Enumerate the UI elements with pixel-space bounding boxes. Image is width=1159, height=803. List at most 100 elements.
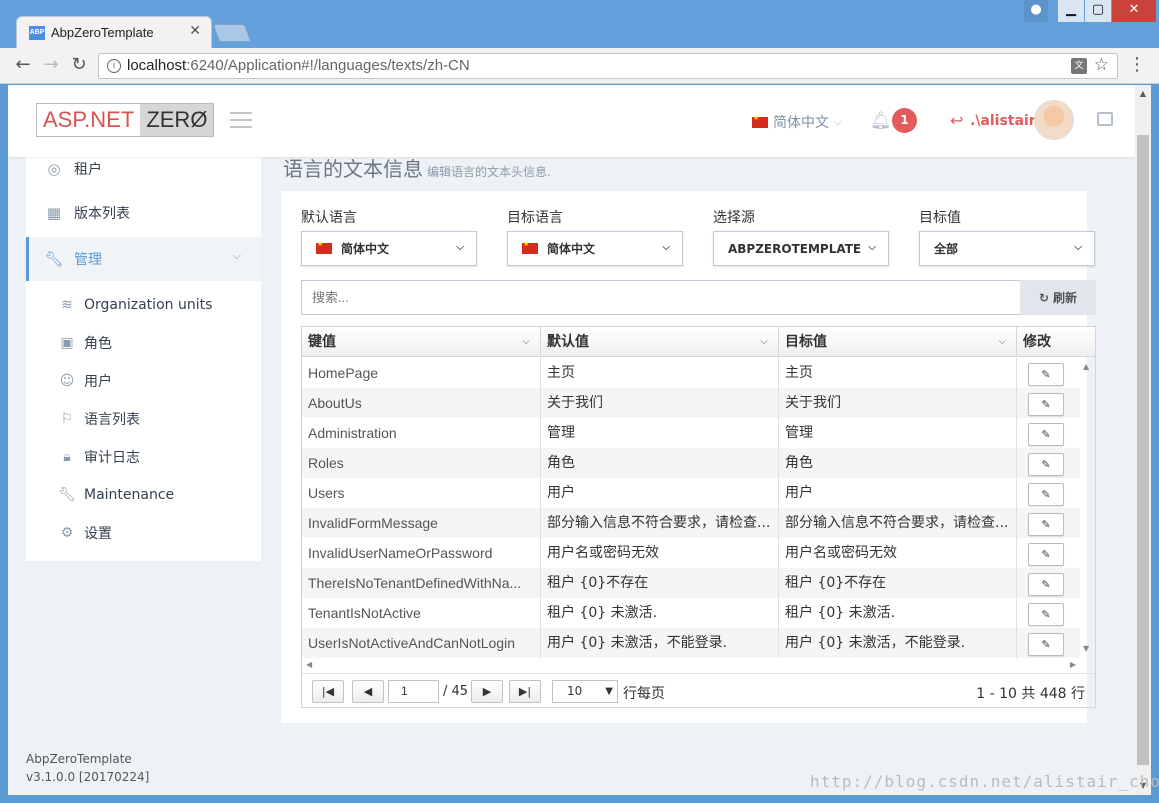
table-row[interactable]: TenantIsNotActive 租户 {0} 未激活. 租户 {0} 未激活… [302, 598, 1080, 628]
chevron-down-icon[interactable]: ⌵ [998, 327, 1006, 357]
browser-menu-icon[interactable]: ⋮ [1128, 56, 1146, 74]
column-header-label: 目标值 [785, 334, 827, 350]
grid-vertical-scrollbar[interactable]: ▲ ▼ [1080, 358, 1095, 658]
info-icon[interactable]: i [107, 59, 121, 73]
chevron-down-icon: ⌵ [834, 116, 842, 128]
scroll-right-icon[interactable]: ▶ [1070, 660, 1076, 669]
page-size-select[interactable]: 10 ▼ [552, 680, 618, 703]
default-language-select[interactable]: 简体中文 ⌵ [301, 231, 477, 266]
grid-horizontal-scrollbar[interactable]: ◀ ▶ [302, 658, 1080, 672]
default-language-value: 简体中文 [341, 242, 390, 256]
sidebar-item-settings[interactable]: ⚙ 设置 [26, 514, 261, 552]
first-page-button[interactable]: |◀ [312, 680, 344, 703]
grid-pager: |◀ ◀ 1 / 45 ▶ ▶| 10 ▼ 行每页 1 - 10 共 448 行 [302, 673, 1095, 707]
cell-default: 部分输入信息不符合要求，请检查... [541, 508, 779, 538]
forward-icon[interactable]: → [40, 54, 62, 76]
scroll-up-icon[interactable]: ▲ [1135, 87, 1151, 101]
profile-icon[interactable]: ● [1024, 0, 1048, 22]
table-row[interactable]: AboutUs 关于我们 关于我们 ✎ [302, 388, 1080, 418]
url-text[interactable]: localhost:6240/Application#!/languages/t… [127, 57, 470, 74]
reload-icon[interactable]: ↻ [68, 54, 90, 76]
maximize-button[interactable]: ▢ [1085, 0, 1111, 22]
url-host: localhost [127, 57, 187, 74]
edit-button[interactable]: ✎ [1028, 513, 1064, 536]
scroll-down-icon[interactable]: ▼ [1083, 644, 1089, 653]
favicon-icon: ABP [29, 26, 45, 40]
edit-button[interactable]: ✎ [1028, 423, 1064, 446]
back-icon[interactable]: ← [12, 54, 34, 76]
edit-button[interactable]: ✎ [1028, 573, 1064, 596]
table-row[interactable]: Users 用户 用户 ✎ [302, 478, 1080, 508]
column-header-default[interactable]: 默认值 ⌵ [541, 327, 779, 357]
target-language-label: 目标语言 [507, 210, 563, 226]
edit-button[interactable]: ✎ [1028, 393, 1064, 416]
last-page-button[interactable]: ▶| [509, 680, 541, 703]
notification-badge[interactable]: 1 [892, 108, 917, 133]
edit-button[interactable]: ✎ [1028, 543, 1064, 566]
table-row[interactable]: UserIsNotActiveAndCanNotLogin 用户 {0} 未激活… [302, 628, 1080, 658]
target-value-select[interactable]: 全部 ⌵ [919, 231, 1095, 266]
edit-button[interactable]: ✎ [1028, 633, 1064, 656]
sidebar-item-languages[interactable]: ⚐ 语言列表 [26, 400, 261, 438]
table-row[interactable]: Administration 管理 管理 ✎ [302, 418, 1080, 448]
page-scrollbar[interactable]: ▲ ▼ [1135, 85, 1151, 795]
cell-edit: ✎ [1017, 478, 1080, 508]
chevron-down-icon[interactable]: ⌵ [522, 327, 530, 357]
prev-page-button[interactable]: ◀ [352, 680, 384, 703]
chevron-down-icon[interactable]: ⌵ [760, 327, 768, 357]
browser-toolbar: ← → ↻ i localhost:6240/Application#!/lan… [0, 48, 1159, 84]
language-label: 简体中文 [773, 115, 829, 131]
new-tab-button[interactable] [212, 24, 252, 42]
china-flag-icon [316, 240, 332, 254]
table-row[interactable]: InvalidUserNameOrPassword 用户名或密码无效 用户名或密… [302, 538, 1080, 568]
translate-icon[interactable]: 文 [1071, 58, 1087, 74]
scroll-thumb[interactable] [1137, 135, 1149, 765]
bell-icon[interactable]: 🔔︎ [870, 111, 892, 131]
scroll-up-icon[interactable]: ▲ [1083, 362, 1089, 371]
edit-button[interactable]: ✎ [1028, 603, 1064, 626]
column-header-target[interactable]: 目标值 ⌵ [779, 327, 1017, 357]
address-bar[interactable]: i localhost:6240/Application#!/languages… [98, 53, 1118, 79]
chat-icon[interactable] [1097, 112, 1113, 126]
avatar[interactable] [1034, 100, 1074, 140]
tab-close-icon[interactable]: ✕ [189, 23, 201, 39]
table-row[interactable]: ThereIsNoTenantDefinedWithNa... 租户 {0}不存… [302, 568, 1080, 598]
search-input[interactable] [301, 280, 1021, 315]
source-select[interactable]: ABPZEROTEMPLATE ⌵ [713, 231, 889, 266]
app-logo[interactable]: ASP.NET ZERØ [36, 103, 215, 137]
hamburger-menu-icon[interactable] [230, 112, 252, 128]
bookmark-star-icon[interactable]: ☆ [1094, 55, 1109, 75]
username[interactable]: .\alistair [970, 113, 1036, 129]
target-language-select[interactable]: 简体中文 ⌵ [507, 231, 683, 266]
page-number-input[interactable]: 1 [388, 680, 439, 703]
sidebar-item-users[interactable]: ☺ 用户 [26, 362, 261, 400]
close-window-button[interactable]: ✕ [1112, 0, 1156, 22]
browser-tab[interactable]: ABP AbpZeroTemplate ✕ [16, 16, 212, 48]
china-flag-icon [522, 240, 538, 254]
sidebar-item-roles[interactable]: ▣ 角色 [26, 324, 261, 362]
window-frame-bottom [0, 795, 1159, 803]
cell-key: InvalidUserNameOrPassword [302, 538, 541, 568]
chevron-down-icon: ⌵ [1074, 242, 1082, 253]
next-page-button[interactable]: ▶ [471, 680, 503, 703]
edit-button[interactable]: ✎ [1028, 453, 1064, 476]
language-switch[interactable]: 简体中文 ⌵ [752, 112, 842, 132]
edit-button[interactable]: ✎ [1028, 483, 1064, 506]
refresh-button[interactable]: ↻ 刷新 [1020, 280, 1096, 315]
sidebar-item-administration[interactable]: 🔧︎ 管理 ⌵ [26, 237, 261, 281]
table-row[interactable]: Roles 角色 角色 ✎ [302, 448, 1080, 478]
cell-target: 用户名或密码无效 [779, 538, 1017, 568]
sidebar-item-audit-logs[interactable]: 🔒︎ 审计日志 [26, 438, 261, 476]
sidebar-item-label: Organization units [84, 297, 213, 313]
table-row[interactable]: HomePage 主页 主页 ✎ [302, 358, 1080, 388]
table-row[interactable]: InvalidFormMessage 部分输入信息不符合要求，请检查... 部分… [302, 508, 1080, 538]
sidebar-item-organization-units[interactable]: ≋ Organization units [26, 286, 261, 324]
sidebar-item-editions[interactable]: ▦ 版本列表 [26, 193, 261, 233]
scroll-left-icon[interactable]: ◀ [306, 660, 312, 669]
back-to-impersonator-icon[interactable]: ↩ [950, 111, 963, 130]
column-header-key[interactable]: 键值 ⌵ [302, 327, 541, 357]
cell-edit: ✎ [1017, 598, 1080, 628]
minimize-button[interactable]: ▁ [1058, 0, 1084, 22]
sidebar-item-maintenance[interactable]: 🔧︎ Maintenance [26, 476, 261, 514]
edit-button[interactable]: ✎ [1028, 363, 1064, 386]
